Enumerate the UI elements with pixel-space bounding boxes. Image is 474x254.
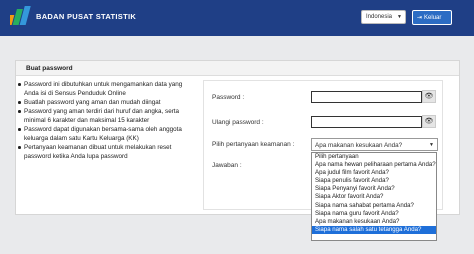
dropdown-option[interactable]: Siapa nama guru favorit Anda? xyxy=(312,210,436,218)
dropdown-option[interactable]: Pilih pertanyaan xyxy=(312,153,436,161)
info-item: Pertanyaan keamanan dibuat untuk melakuk… xyxy=(18,143,198,161)
show-password-eye-icon[interactable]: 👁 xyxy=(422,90,436,103)
dropdown-option[interactable]: Siapa Aktor favorit Anda? xyxy=(312,193,436,201)
security-question-label: Pilih pertanyaan keamanan : xyxy=(212,141,295,148)
info-item: Password dapat digunakan bersama-sama ol… xyxy=(18,125,198,143)
top-navbar: BADAN PUSAT STATISTIK Indonesia ▼ ⇥ Kelua… xyxy=(0,0,474,36)
info-list: Password ini dibutuhkan untuk mengamanka… xyxy=(18,80,198,161)
dropdown-option[interactable]: Apa judul film favorit Anda? xyxy=(312,169,436,177)
dropdown-option[interactable]: Siapa nama sahabat pertama Anda? xyxy=(312,202,436,210)
show-confirm-password-eye-icon[interactable]: 👁 xyxy=(422,115,436,128)
dropdown-option[interactable]: Siapa Penyanyi favorit Anda? xyxy=(312,185,436,193)
dropdown-option[interactable]: Apa nama hewan peliharaan pertama Anda? xyxy=(312,161,436,169)
bps-logo-icon xyxy=(10,6,31,25)
confirm-password-label: Ulangi password : xyxy=(212,119,264,126)
confirm-password-input[interactable] xyxy=(311,116,422,128)
logout-icon: ⇥ xyxy=(417,15,423,21)
info-item: Password yang aman terdiri dari huruf da… xyxy=(18,107,198,125)
password-input[interactable] xyxy=(311,91,422,103)
info-item: Buatlah password yang aman dan mudah dii… xyxy=(18,98,198,107)
security-question-value: Apa makanan kesukaan Anda? xyxy=(315,141,403,149)
panel-title: Buat password xyxy=(16,61,459,76)
language-value: Indonesia xyxy=(366,14,393,20)
security-question-select[interactable]: Apa makanan kesukaan Anda? ▼ xyxy=(311,138,438,151)
language-select[interactable]: Indonesia ▼ xyxy=(361,10,406,24)
dropdown-option[interactable]: Siapa penulis favorit Anda? xyxy=(312,177,436,185)
caret-down-icon: ▼ xyxy=(397,14,402,20)
logout-button[interactable]: ⇥ Keluar xyxy=(412,10,452,25)
brand-title: BADAN PUSAT STATISTIK xyxy=(36,12,137,21)
caret-down-icon: ▼ xyxy=(429,141,434,148)
password-label: Password : xyxy=(212,94,245,101)
logout-label: Keluar xyxy=(424,15,442,21)
dropdown-option-highlighted[interactable]: Siapa nama salah satu tetangga Anda? xyxy=(312,225,436,234)
dropdown-option[interactable]: Apa makanan kesukaan Anda? xyxy=(312,218,436,226)
info-item: Password ini dibutuhkan untuk mengamanka… xyxy=(18,80,198,98)
security-question-dropdown[interactable]: Pilih pertanyaan Apa nama hewan pelihara… xyxy=(311,152,437,241)
answer-label: Jawaban : xyxy=(212,162,242,169)
